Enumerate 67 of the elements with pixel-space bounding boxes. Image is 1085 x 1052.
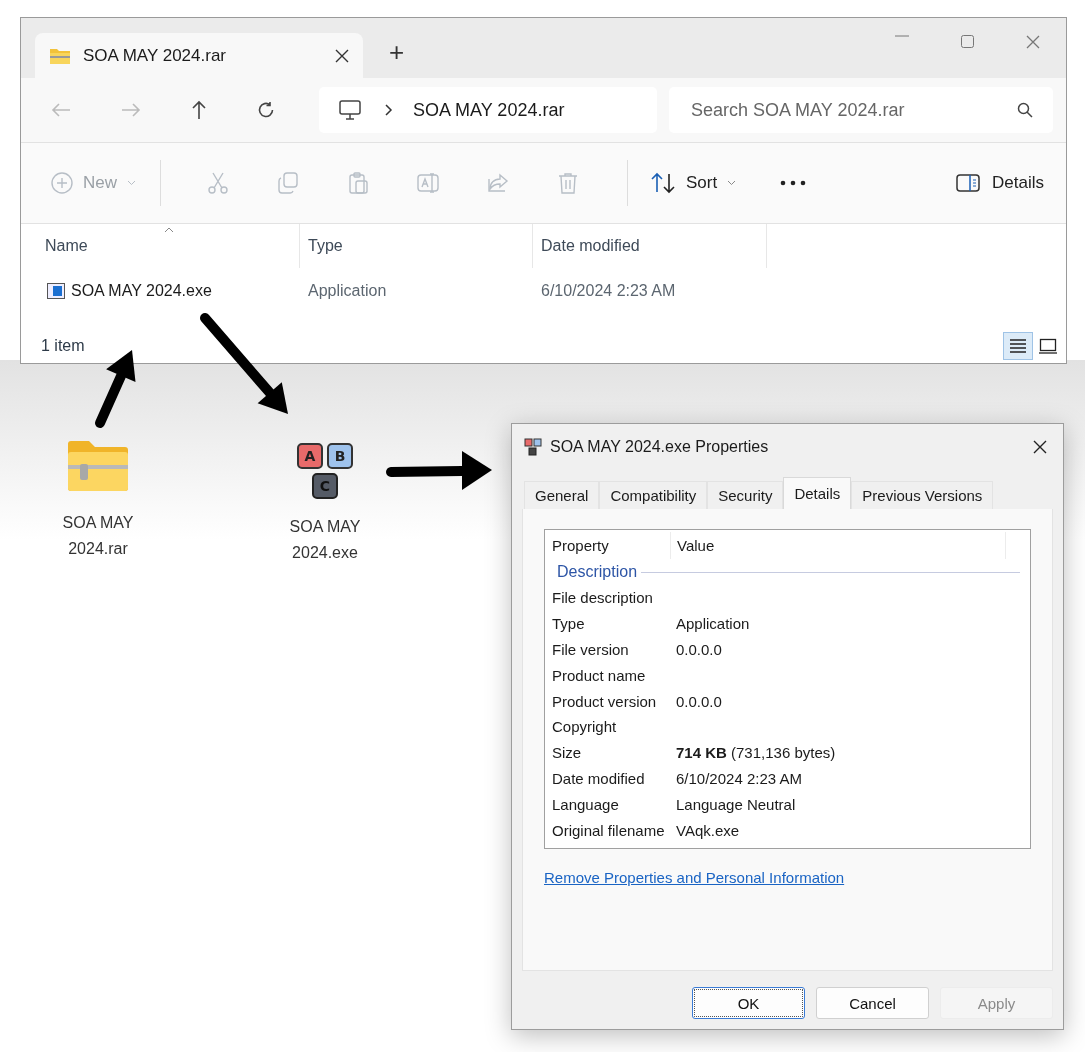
property-value: VAqk.exe	[675, 821, 740, 839]
new-tab-button[interactable]: +	[389, 37, 405, 68]
more-options-icon[interactable]	[780, 180, 807, 186]
dialog-tab[interactable]: Security	[707, 481, 784, 509]
desktop-icon-label[interactable]: SOA MAY 2024.rar	[53, 510, 143, 562]
property-name: Type	[552, 615, 586, 633]
up-arrow-icon[interactable]	[191, 100, 207, 120]
file-date: 6/10/2024 2:23 AM	[540, 282, 676, 300]
zip-folder-icon[interactable]	[66, 440, 130, 492]
column-header[interactable]: Value	[671, 532, 1006, 559]
chevron-down-icon	[127, 180, 136, 186]
dialog-tab[interactable]: General	[524, 481, 600, 509]
sort-arrows-icon	[650, 172, 676, 194]
dialog-tab[interactable]: Compatibility	[599, 481, 708, 509]
property-name: Product version	[552, 692, 658, 710]
zip-folder-icon	[49, 46, 71, 65]
plus-icon	[51, 172, 73, 194]
column-header[interactable]: Date modified	[533, 224, 767, 268]
property-value: 0.0.0.0	[675, 692, 722, 710]
sort-caret-icon	[164, 227, 174, 233]
property-name: Size	[552, 744, 583, 762]
file-type: Application	[307, 282, 388, 300]
property-value: 6/10/2024 2:23 AM	[675, 769, 802, 787]
dialog-button[interactable]: Cancel	[816, 987, 929, 1019]
search-field[interactable]: Search SOA MAY 2024.rar	[669, 87, 1053, 133]
file-name[interactable]: SOA MAY 2024.exe	[71, 282, 212, 300]
refresh-icon[interactable]	[257, 101, 275, 119]
column-header[interactable]: Property	[552, 532, 671, 559]
property-name: Date modified	[552, 769, 646, 787]
window-tab[interactable]: SOA MAY 2024.rar	[35, 33, 363, 78]
property-name: Original filename	[552, 821, 666, 839]
dialog-tab[interactable]: Details	[783, 477, 852, 509]
computer-icon	[339, 100, 361, 120]
list-lines-icon	[1009, 338, 1027, 354]
details-pane-icon	[956, 174, 981, 192]
column-header[interactable]: Type	[300, 224, 533, 268]
property-name: File version	[552, 641, 630, 658]
desktop-icon-label[interactable]: SOA MAY 2024.exe	[280, 514, 370, 566]
breadcrumb-item[interactable]: SOA MAY 2024.rar	[413, 99, 565, 121]
property-value: 0.0.0.0	[675, 641, 722, 658]
remove-properties-link[interactable]: Remove Properties and Personal Information	[544, 869, 845, 886]
property-value: Language Neutral	[675, 795, 796, 813]
dialog-button[interactable]: OK	[692, 987, 805, 1019]
property-name: Language	[552, 795, 620, 813]
close-icon[interactable]	[335, 48, 349, 63]
monitor-icon	[1039, 338, 1057, 354]
item-count: 1 item	[41, 337, 85, 355]
search-icon[interactable]	[1017, 102, 1033, 118]
application-icon	[47, 283, 65, 299]
maximize-icon[interactable]	[961, 35, 974, 48]
property-value: Application	[675, 615, 750, 633]
details-pane-button[interactable]: Details	[956, 173, 1044, 193]
dialog-tab[interactable]: Previous Versions	[851, 481, 994, 509]
column-header[interactable]: Name	[21, 224, 300, 268]
chevron-right-icon	[385, 104, 393, 116]
property-name: File description	[552, 589, 654, 607]
chevron-down-icon	[727, 180, 737, 186]
sort-button[interactable]: Sort	[650, 172, 737, 194]
address-bar[interactable]: SOA MAY 2024.rar	[319, 87, 657, 133]
dialog-title: SOA MAY 2024.exe Properties	[550, 438, 769, 456]
group-heading: Description	[557, 563, 638, 581]
property-name: Product name	[552, 666, 647, 684]
property-name: Copyright	[552, 718, 618, 736]
close-icon[interactable]	[1033, 440, 1047, 454]
details-view-button[interactable]	[1003, 332, 1033, 360]
program-icon	[524, 438, 542, 456]
property-value: 714 KB (731,136 bytes)	[675, 744, 836, 762]
